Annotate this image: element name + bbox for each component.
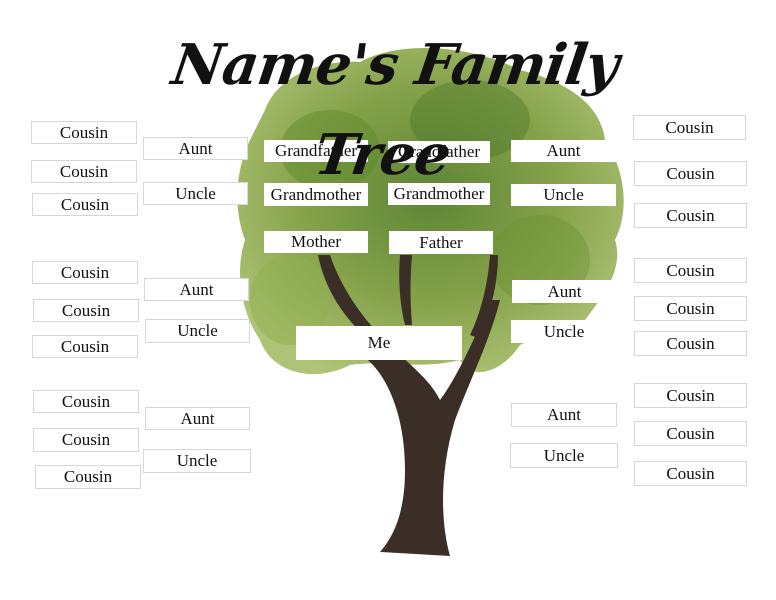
right-cousin-3-1[interactable]: Cousin — [634, 383, 747, 408]
right-aunt-3[interactable]: Aunt — [511, 403, 617, 427]
left-aunt-2[interactable]: Aunt — [144, 278, 249, 301]
right-aunt-1[interactable]: Aunt — [511, 140, 616, 162]
left-cousin-1-3[interactable]: Cousin — [32, 193, 138, 216]
right-uncle-2[interactable]: Uncle — [511, 320, 617, 343]
right-cousin-3-2[interactable]: Cousin — [634, 421, 747, 446]
mother-box[interactable]: Mother — [264, 231, 368, 253]
right-uncle-3[interactable]: Uncle — [510, 443, 618, 468]
left-uncle-2[interactable]: Uncle — [145, 319, 250, 343]
left-cousin-2-2[interactable]: Cousin — [33, 299, 139, 322]
left-cousin-3-3[interactable]: Cousin — [35, 465, 141, 489]
left-cousin-3-2[interactable]: Cousin — [33, 428, 139, 452]
right-cousin-1-2[interactable]: Cousin — [634, 161, 747, 186]
right-uncle-1[interactable]: Uncle — [511, 184, 616, 206]
right-cousin-1-1[interactable]: Cousin — [633, 115, 746, 140]
right-cousin-3-3[interactable]: Cousin — [634, 461, 747, 486]
right-aunt-2[interactable]: Aunt — [512, 280, 617, 303]
left-uncle-1[interactable]: Uncle — [143, 182, 248, 205]
left-cousin-2-1[interactable]: Cousin — [32, 261, 138, 284]
right-cousin-2-3[interactable]: Cousin — [634, 331, 747, 356]
father-box[interactable]: Father — [389, 231, 493, 254]
left-cousin-1-1[interactable]: Cousin — [31, 121, 137, 144]
left-aunt-3[interactable]: Aunt — [145, 407, 250, 430]
left-cousin-3-1[interactable]: Cousin — [33, 390, 139, 413]
left-cousin-1-2[interactable]: Cousin — [31, 160, 137, 183]
right-cousin-2-1[interactable]: Cousin — [634, 258, 747, 283]
me-box[interactable]: Me — [296, 326, 462, 360]
left-cousin-2-3[interactable]: Cousin — [32, 335, 138, 358]
left-uncle-3[interactable]: Uncle — [143, 449, 251, 473]
right-cousin-2-2[interactable]: Cousin — [634, 296, 747, 321]
left-aunt-1[interactable]: Aunt — [143, 137, 248, 160]
page-title: Name's Family Tree — [167, 32, 623, 188]
right-cousin-1-3[interactable]: Cousin — [634, 203, 747, 228]
